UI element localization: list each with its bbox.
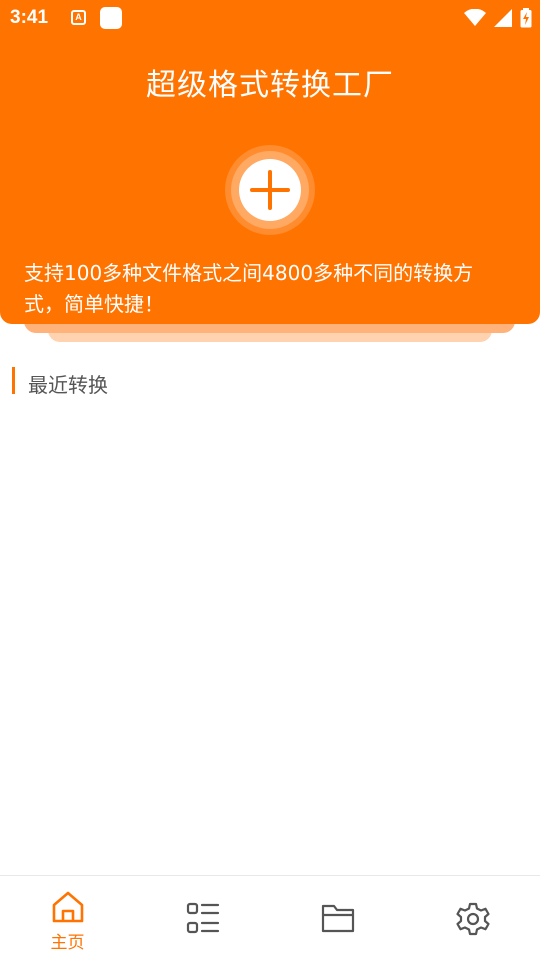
battery-charging-icon	[520, 8, 532, 28]
nav-label-home: 主页	[50, 933, 85, 953]
folder-icon	[321, 904, 354, 933]
signal-icon	[494, 9, 512, 27]
app-notification-square-icon	[100, 7, 122, 29]
status-bar: 3:41 A	[0, 0, 540, 36]
plus-icon	[250, 170, 290, 210]
nav-item-settings[interactable]	[405, 876, 540, 960]
section-accent-bar	[12, 367, 15, 394]
wifi-icon	[464, 9, 486, 26]
nav-item-list[interactable]	[135, 876, 270, 960]
recent-conversions-title: 最近转换	[28, 373, 108, 397]
app-notification-icon: A	[71, 10, 86, 25]
app-title: 超级格式转换工厂	[146, 68, 394, 103]
list-icon	[186, 902, 219, 934]
settings-gear-icon	[455, 902, 490, 936]
add-button-core	[239, 159, 301, 221]
app-description: 支持100多种文件格式之间4800多种不同的转换方式，简单快捷！	[24, 261, 474, 316]
add-file-button[interactable]	[225, 145, 315, 235]
nav-item-home[interactable]: 主页	[0, 876, 135, 960]
bottom-navigation: 主页	[0, 875, 540, 960]
nav-item-files[interactable]	[270, 876, 405, 960]
status-time: 3:41	[10, 7, 49, 28]
home-icon	[52, 891, 83, 923]
